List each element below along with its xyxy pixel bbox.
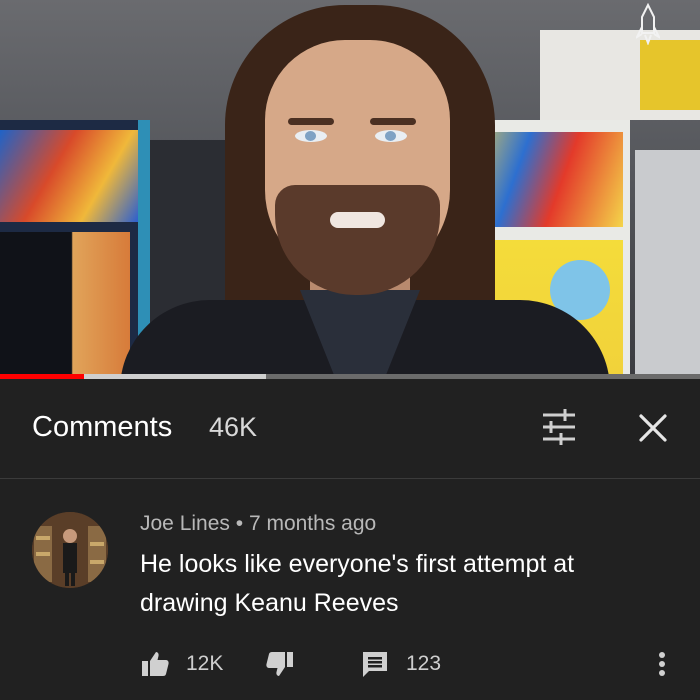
close-button[interactable] — [630, 405, 676, 451]
more-vertical-icon — [659, 652, 665, 676]
sort-filter-icon — [543, 409, 575, 445]
sort-button[interactable] — [537, 405, 581, 449]
video-subject — [120, 0, 610, 376]
background-sign — [640, 40, 700, 110]
arcade-cabinet-far — [635, 150, 700, 376]
comments-title: Comments — [32, 411, 173, 443]
comments-header: Comments 46K — [0, 379, 700, 479]
comment-author[interactable]: Joe Lines — [140, 512, 230, 535]
close-icon — [639, 414, 667, 442]
thumbs-down-icon — [266, 652, 293, 676]
avatar-image — [32, 512, 108, 588]
comment-text: He looks like everyone's first attempt a… — [140, 550, 575, 617]
comment-meta: Joe Lines • 7 months ago — [140, 512, 376, 536]
more-options-button[interactable] — [655, 644, 669, 684]
dislike-button[interactable] — [265, 644, 295, 684]
like-button[interactable]: 12K — [140, 644, 223, 684]
reply-comment-icon — [363, 652, 387, 677]
comment-actions: 12K 123 — [140, 644, 680, 684]
comments-count: 46K — [209, 412, 258, 442]
meta-separator: • — [229, 512, 249, 535]
rocket-icon — [636, 3, 660, 45]
comment-timestamp: 7 months ago — [248, 512, 377, 535]
reply-button[interactable]: 123 — [360, 644, 441, 684]
video-player[interactable] — [0, 0, 700, 376]
like-count: 12K — [186, 652, 224, 675]
reply-count: 123 — [406, 652, 442, 675]
avatar[interactable] — [32, 512, 108, 588]
thumbs-up-icon — [142, 652, 169, 676]
